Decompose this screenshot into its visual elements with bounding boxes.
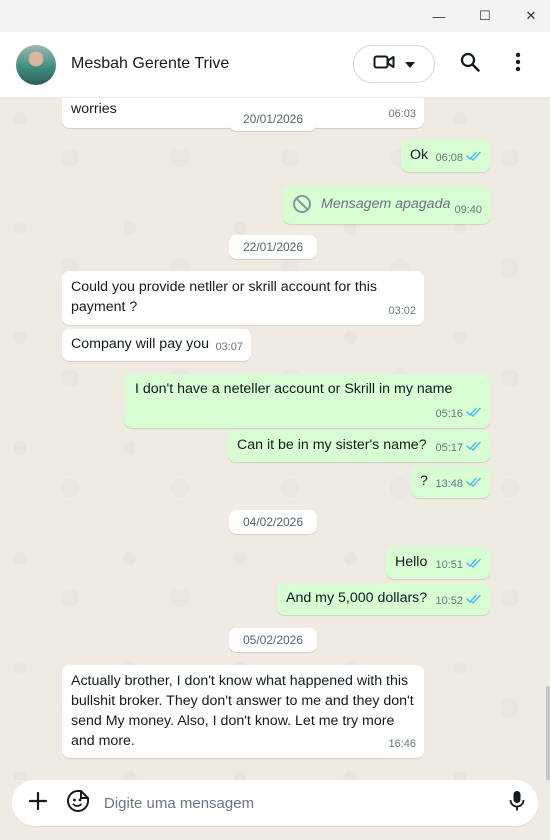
- close-window-button[interactable]: ✕: [508, 0, 550, 32]
- message-outgoing[interactable]: ? 13:48: [411, 466, 490, 498]
- message-incoming[interactable]: Company will pay you 03:07: [62, 329, 251, 361]
- message-time: 06:03: [388, 108, 416, 120]
- message-incoming[interactable]: Actually brother, I don't know what happ…: [62, 665, 424, 758]
- date-separator: 20/01/2026: [229, 107, 317, 131]
- plus-icon: [28, 791, 48, 815]
- message-input[interactable]: [104, 788, 484, 818]
- attach-button[interactable]: [24, 789, 52, 817]
- chat-header: Mesbah Gerente Trive: [0, 32, 550, 98]
- read-ticks-icon: [466, 475, 482, 494]
- message-time: 05:16: [435, 408, 463, 420]
- voice-button[interactable]: [503, 789, 531, 817]
- avatar[interactable]: [16, 45, 56, 85]
- microphone-icon: [509, 790, 525, 817]
- video-call-button[interactable]: [353, 45, 435, 83]
- contact-name[interactable]: Mesbah Gerente Trive: [71, 55, 229, 73]
- message-text: I don't have a neteller account or Skril…: [135, 381, 453, 397]
- message-outgoing[interactable]: I don't have a neteller account or Skril…: [124, 374, 490, 428]
- message-list[interactable]: worries 06:03 20/01/2026 Ok 06:08 Mensag…: [0, 98, 550, 780]
- message-text: Could you provide netller or skrill acco…: [71, 279, 377, 315]
- message-text: Company will pay you: [71, 336, 209, 352]
- scrollbar[interactable]: [546, 686, 550, 780]
- date-separator: 04/02/2026: [229, 510, 317, 534]
- date-separator: 05/02/2026: [229, 628, 317, 652]
- message-time: 13:48: [435, 478, 463, 490]
- message-outgoing[interactable]: And my 5,000 dollars? 10:52: [277, 583, 490, 615]
- minimize-button[interactable]: —: [416, 0, 462, 32]
- message-outgoing[interactable]: Can it be in my sister's name? 05:17: [228, 430, 490, 462]
- chevron-down-icon: [405, 55, 415, 73]
- window-titlebar: — ☐ ✕: [0, 0, 550, 32]
- message-time: 09:40: [454, 204, 482, 216]
- message-time: 05:17: [435, 442, 463, 454]
- maximize-button[interactable]: ☐: [462, 0, 508, 32]
- read-ticks-icon: [466, 592, 482, 611]
- message-text: ?: [420, 473, 428, 489]
- composer-bar: [0, 780, 550, 840]
- composer: [12, 780, 538, 826]
- message-outgoing-deleted[interactable]: Mensagem apagada 09:40: [283, 186, 490, 224]
- message-time: 16:46: [388, 738, 416, 750]
- message-text: And my 5,000 dollars?: [286, 590, 428, 606]
- message-text: Actually brother, I don't know what happ…: [71, 673, 414, 749]
- more-vertical-icon: [515, 52, 521, 77]
- read-ticks-icon: [466, 149, 482, 168]
- message-time: 10:52: [435, 595, 463, 607]
- message-time: 10:51: [435, 559, 463, 571]
- message-text: Hello: [395, 554, 428, 570]
- search-icon: [460, 52, 480, 77]
- read-ticks-icon: [466, 405, 482, 424]
- message-incoming[interactable]: Could you provide netller or skrill acco…: [62, 271, 424, 325]
- sticker-button[interactable]: [64, 789, 92, 817]
- message-time: 03:02: [388, 305, 416, 317]
- message-text: worries: [71, 101, 117, 117]
- message-text: Mensagem apagada: [321, 196, 451, 212]
- date-separator: 22/01/2026: [229, 235, 317, 259]
- read-ticks-icon: [466, 556, 482, 575]
- read-ticks-icon: [466, 439, 482, 458]
- search-button[interactable]: [456, 50, 484, 78]
- deleted-icon: [292, 194, 312, 220]
- menu-button[interactable]: [504, 50, 532, 78]
- message-outgoing[interactable]: Hello 10:51: [386, 547, 490, 579]
- video-call-icon: [373, 54, 395, 75]
- message-text: Ok: [410, 147, 429, 163]
- sticker-icon: [66, 789, 90, 818]
- message-time: 06:08: [435, 152, 463, 164]
- message-outgoing[interactable]: Ok 06:08: [401, 140, 490, 172]
- message-text: Can it be in my sister's name?: [237, 437, 427, 453]
- message-time: 03:07: [215, 341, 243, 353]
